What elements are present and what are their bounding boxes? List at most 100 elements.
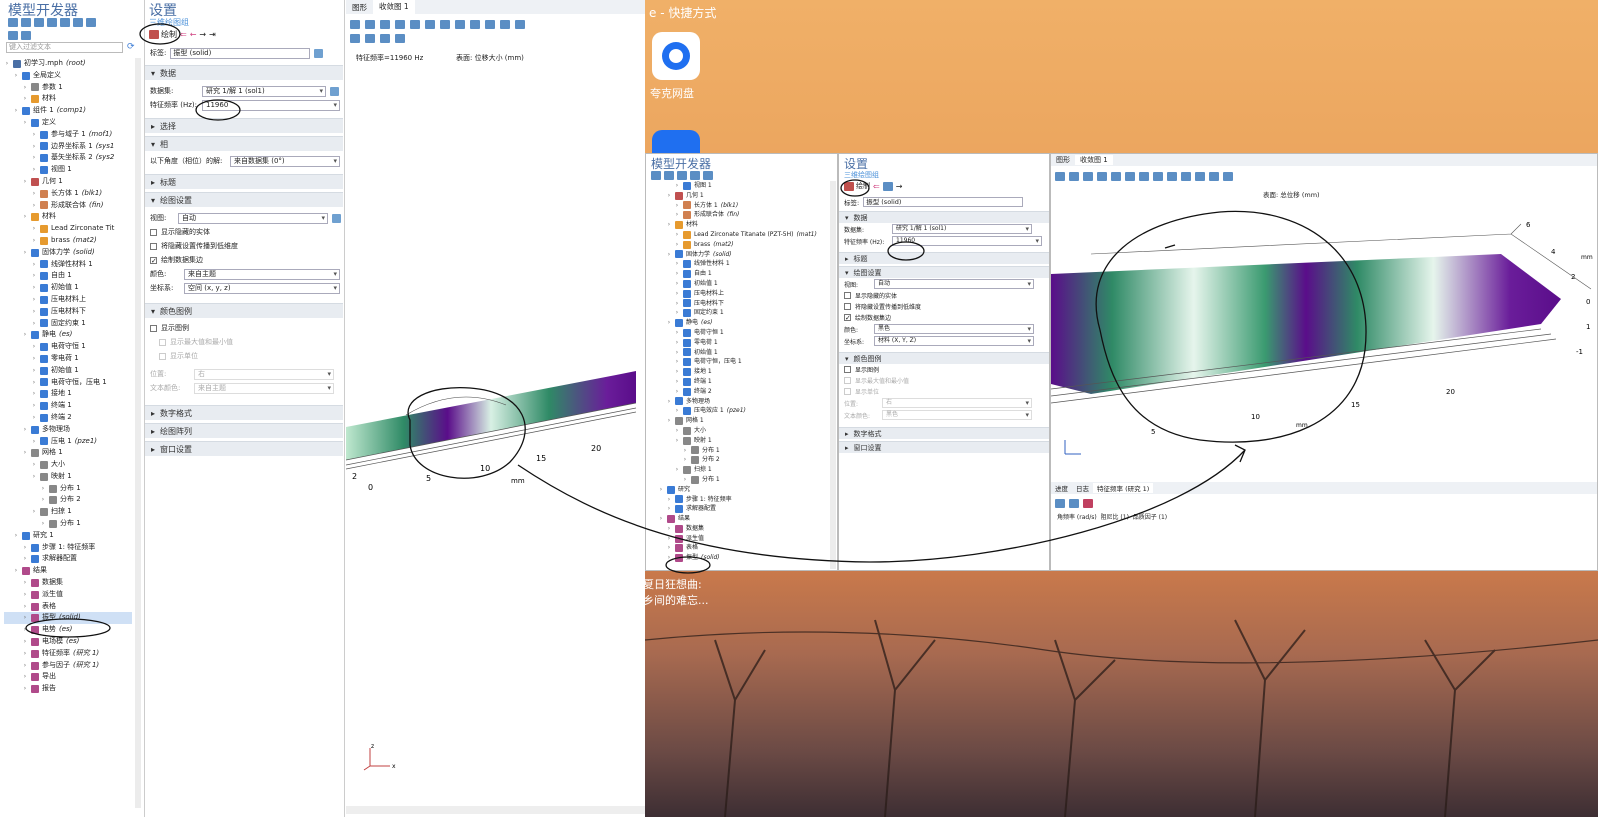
chevron-right-icon[interactable]: › <box>666 191 672 201</box>
chevron-right-icon[interactable]: › <box>22 247 28 259</box>
chevron-right-icon[interactable]: › <box>31 306 37 318</box>
chevron-right-icon[interactable]: › <box>674 338 680 348</box>
chevron-right-icon[interactable]: › <box>674 240 680 250</box>
section-phase[interactable]: ▾ 相 <box>145 136 343 151</box>
view-select[interactable]: 自动 <box>178 212 328 224</box>
list-icon[interactable] <box>8 30 18 40</box>
tree-item[interactable]: › 自由 1 <box>4 270 132 282</box>
camera-icon[interactable] <box>1209 171 1219 181</box>
propagate-checkbox[interactable] <box>150 242 157 250</box>
chevron-right-icon[interactable]: › <box>31 388 37 400</box>
tab-convergence[interactable]: 收敛图 1 <box>373 0 415 14</box>
tree-item[interactable]: › 终端 2 <box>650 387 828 397</box>
forward-icon[interactable] <box>21 17 31 27</box>
zoom-out-icon[interactable] <box>1069 171 1079 181</box>
rotate-icon[interactable] <box>455 19 465 29</box>
view-icon[interactable] <box>1153 171 1163 181</box>
color-select[interactable]: 来自主题 <box>184 268 340 280</box>
chevron-right-icon[interactable]: › <box>22 577 28 589</box>
select-icon[interactable] <box>440 19 450 29</box>
tab-progress[interactable]: 进度 <box>1051 483 1072 493</box>
back-icon[interactable] <box>8 17 18 27</box>
tree-item[interactable]: › 压电材料下 <box>4 306 132 318</box>
tree-item[interactable]: › 线弹性材料 1 <box>4 259 132 271</box>
tree-item[interactable]: › 电势 (es) <box>4 624 132 636</box>
tree-item[interactable]: › 网格 1 <box>4 447 132 459</box>
dataset-select[interactable]: 研究 1/解 1 (sol1) <box>202 85 326 97</box>
chevron-right-icon[interactable]: › <box>4 58 10 70</box>
chevron-right-icon[interactable]: › <box>22 648 28 660</box>
tree-item[interactable]: › brass (mat2) <box>650 240 828 250</box>
chevron-right-icon[interactable]: › <box>40 483 46 495</box>
right-tree-scrollbar[interactable] <box>830 181 836 569</box>
tree-item[interactable]: › 线弹性材料 1 <box>650 259 828 269</box>
tree-item[interactable]: › 分布 1 <box>650 475 828 485</box>
tree-item[interactable]: › 数据集 <box>650 524 828 534</box>
chevron-right-icon[interactable]: › <box>22 671 28 683</box>
chevron-right-icon[interactable]: › <box>31 353 37 365</box>
zoom-extents-icon[interactable] <box>395 19 405 29</box>
tree-item[interactable]: › 分布 2 <box>4 494 132 506</box>
axis-icon[interactable] <box>425 19 435 29</box>
tree-item[interactable]: › 分布 2 <box>650 455 828 465</box>
tree-item[interactable]: › 接地 1 <box>4 388 132 400</box>
section-plot-array[interactable]: ▸ 绘图阵列 <box>145 423 343 438</box>
section-window[interactable]: ▸ 窗口设置 <box>145 441 343 456</box>
plot-button[interactable]: 绘制 <box>149 29 177 40</box>
chevron-right-icon[interactable]: › <box>674 348 680 358</box>
grid-icon[interactable] <box>410 19 420 29</box>
zoom-box-icon[interactable] <box>1083 171 1093 181</box>
chevron-right-icon[interactable]: › <box>22 93 28 105</box>
chevron-right-icon[interactable]: › <box>22 612 28 624</box>
highlight-icon[interactable] <box>882 181 893 191</box>
chevron-right-icon[interactable]: › <box>22 589 28 601</box>
tree-item[interactable]: › 压电材料上 <box>650 289 828 299</box>
tree-item[interactable]: › 派生值 <box>650 534 828 544</box>
arrow-back-icon[interactable]: ← <box>190 30 197 39</box>
tree-item[interactable]: › 长方体 1 (blk1) <box>650 201 828 211</box>
quark-app-label[interactable]: 夸克网盘 <box>650 85 694 101</box>
chevron-right-icon[interactable]: › <box>40 494 46 506</box>
tree-item[interactable]: › 步骤 1: 特征频率 <box>650 495 828 505</box>
zoom-box-icon[interactable] <box>380 19 390 29</box>
plot-table-icon[interactable] <box>1083 498 1093 508</box>
tree-item[interactable]: › 压电效应 1 (pze1) <box>650 406 828 416</box>
chevron-right-icon[interactable]: › <box>666 524 672 534</box>
tree-item[interactable]: › 报告 <box>4 683 132 695</box>
scene-icon[interactable] <box>365 33 375 43</box>
tree-item[interactable]: › 固定约束 1 <box>650 308 828 318</box>
chevron-right-icon[interactable]: › <box>682 475 688 485</box>
tree-item[interactable]: › 初始值 1 <box>650 279 828 289</box>
arrow-next-icon[interactable]: → <box>896 182 903 191</box>
table-icon[interactable] <box>1055 498 1065 508</box>
section-data[interactable]: ▾ 数据 <box>145 65 343 80</box>
tree-item[interactable]: › 结果 <box>4 565 132 577</box>
chevron-right-icon[interactable]: › <box>666 543 672 553</box>
frame-select[interactable]: 材料 (X, Y, Z) <box>874 336 1034 346</box>
quark-app-icon[interactable] <box>652 32 700 80</box>
tree-item[interactable]: › 初始值 1 <box>4 365 132 377</box>
chevron-right-icon[interactable]: › <box>658 514 664 524</box>
minmax-checkbox[interactable] <box>844 377 851 384</box>
chevron-right-icon[interactable]: › <box>13 565 19 577</box>
chevron-right-icon[interactable]: › <box>666 416 672 426</box>
chevron-right-icon[interactable]: › <box>22 624 28 636</box>
chevron-right-icon[interactable]: › <box>674 308 680 318</box>
label-input[interactable]: 振型 (solid) <box>863 197 1024 207</box>
propagate-checkbox[interactable] <box>844 303 851 310</box>
tree-item[interactable]: › 分布 1 <box>4 483 132 495</box>
chevron-right-icon[interactable]: › <box>31 365 37 377</box>
chevron-right-icon[interactable]: › <box>31 200 37 212</box>
tree-item[interactable]: › 材料 <box>4 93 132 105</box>
filter-icon[interactable] <box>60 17 70 27</box>
zoom-in-icon[interactable] <box>350 19 360 29</box>
chevron-right-icon[interactable]: › <box>22 683 28 695</box>
tree-item[interactable]: › 电场模 (es) <box>4 636 132 648</box>
rotate-icon[interactable] <box>1125 171 1135 181</box>
section-title[interactable]: ▸ 标题 <box>839 252 1049 264</box>
frame-select[interactable]: 空间 (x, y, z) <box>184 282 340 294</box>
refresh-view-icon[interactable] <box>470 19 480 29</box>
chevron-right-icon[interactable]: › <box>31 259 37 271</box>
chevron-right-icon[interactable]: › <box>31 282 37 294</box>
tree-item[interactable]: › 初始值 1 <box>4 282 132 294</box>
